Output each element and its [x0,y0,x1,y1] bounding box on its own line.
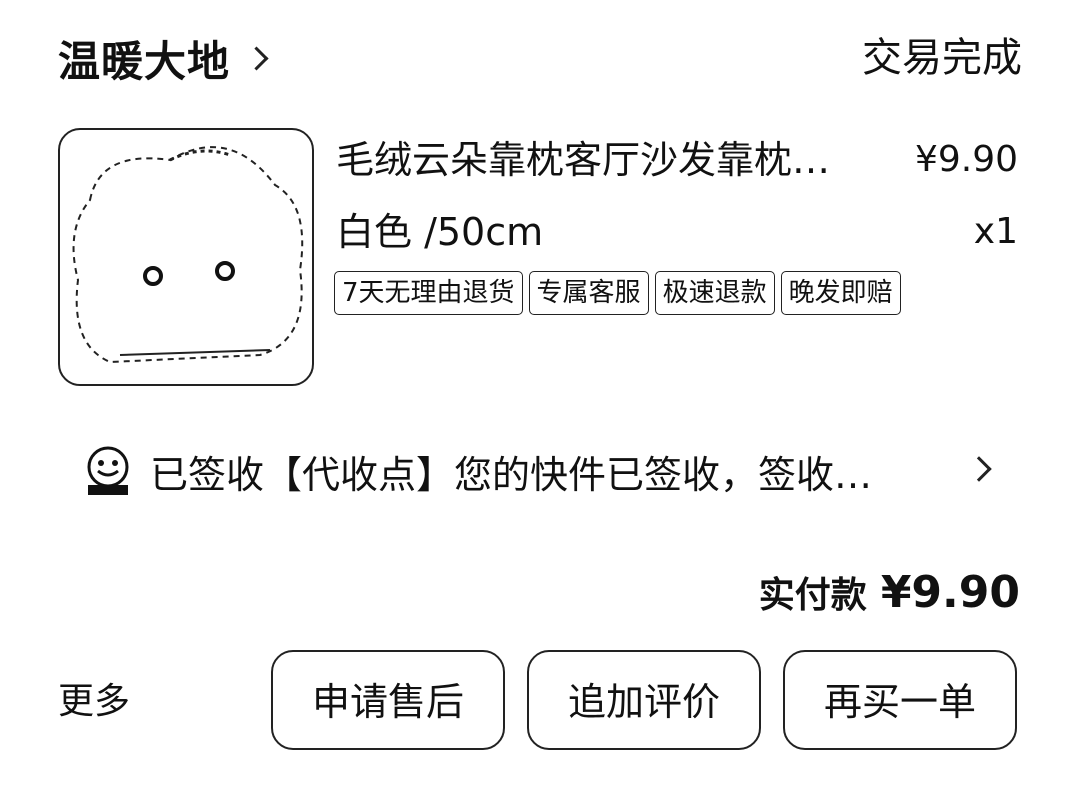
amount-paid-label: 实付款 [758,575,867,616]
tag-dedicated-service: 专属客服 [528,271,649,315]
tag-return-policy: 7天无理由退货 [334,271,523,315]
chevron-right-icon [966,456,992,482]
pillow-thumbnail-icon[interactable] [58,128,314,386]
order-status: 交易完成 [862,35,1022,81]
logistics-row[interactable]: 已签收【代收点】您的快件已签收，签收… [82,440,1002,502]
pickup-station-icon [87,446,129,495]
add-review-button[interactable]: 追加评价 [527,650,761,750]
more-button[interactable]: 更多 [58,676,130,728]
shop-link[interactable]: 温暖大地 [58,28,269,88]
amount-paid: 实付款 ¥9.90 [759,566,1020,623]
buy-again-button[interactable]: 再买一单 [783,650,1017,750]
product-title[interactable]: 毛绒云朵靠枕客厅沙发靠枕… [336,134,876,186]
tag-fast-refund: 极速退款 [654,271,775,315]
amount-paid-value: ¥9.90 [880,567,1020,618]
service-tags: 7天无理由退货 专属客服 极速退款 晚发即赔 [334,271,901,315]
shop-name: 温暖大地 [58,36,231,86]
product-price: ¥9.90 [914,139,1018,180]
after-sales-button[interactable]: 申请售后 [271,650,505,750]
product-quantity: x1 [973,211,1018,252]
product-spec: 白色 /50cm [336,210,544,254]
logistics-status-text: 已签收【代收点】您的快件已签收，签收… [150,452,873,497]
chevron-right-icon [244,45,269,71]
tag-late-compensation: 晚发即赔 [780,271,901,315]
